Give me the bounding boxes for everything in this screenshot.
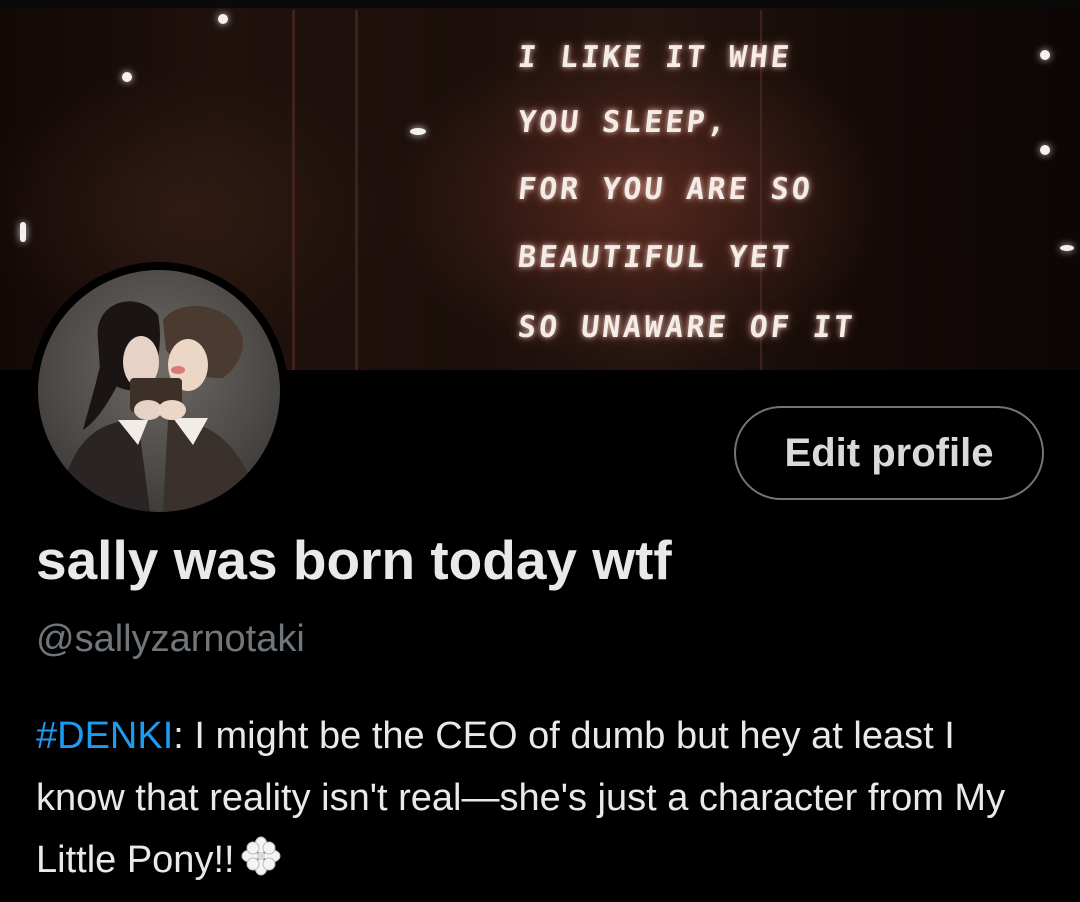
banner-window-frame (355, 10, 358, 370)
banner-neon-line: I LIKE IT WHE (516, 40, 794, 75)
banner-neon-line: YOU SLEEP, (516, 105, 731, 140)
avatar[interactable] (30, 262, 288, 520)
banner-neon-line: FOR YOU ARE SO (516, 172, 815, 207)
bio-hashtag-link[interactable]: #DENKI (36, 715, 173, 757)
white-flower-icon (241, 833, 281, 895)
banner-top-strip (0, 0, 1080, 8)
profile-handle: @sallyzarnotaki (36, 618, 305, 660)
banner-light-icon (1060, 245, 1074, 251)
banner-light-icon (218, 14, 228, 24)
banner-window-frame (292, 10, 295, 370)
bio-text: : I might be the CEO of dumb but hey at … (36, 715, 1006, 881)
avatar-illustration (58, 301, 263, 512)
display-name: sally was born today wtf (36, 529, 672, 591)
profile-page: I LIKE IT WHE YOU SLEEP, FOR YOU ARE SO … (0, 0, 1080, 902)
banner-neon-line: BEAUTIFUL YET (516, 240, 794, 275)
banner-neon-line: SO UNAWARE OF IT (516, 310, 857, 345)
banner-light-icon (20, 222, 26, 242)
banner-light-icon (122, 72, 132, 82)
banner-light-icon (1040, 145, 1050, 155)
edit-profile-button[interactable]: Edit profile (734, 406, 1044, 500)
banner-light-icon (410, 128, 426, 135)
avatar-image (38, 270, 280, 512)
banner-light-icon (1040, 50, 1050, 60)
profile-bio: #DENKI: I might be the CEO of dumb but h… (36, 705, 1046, 895)
